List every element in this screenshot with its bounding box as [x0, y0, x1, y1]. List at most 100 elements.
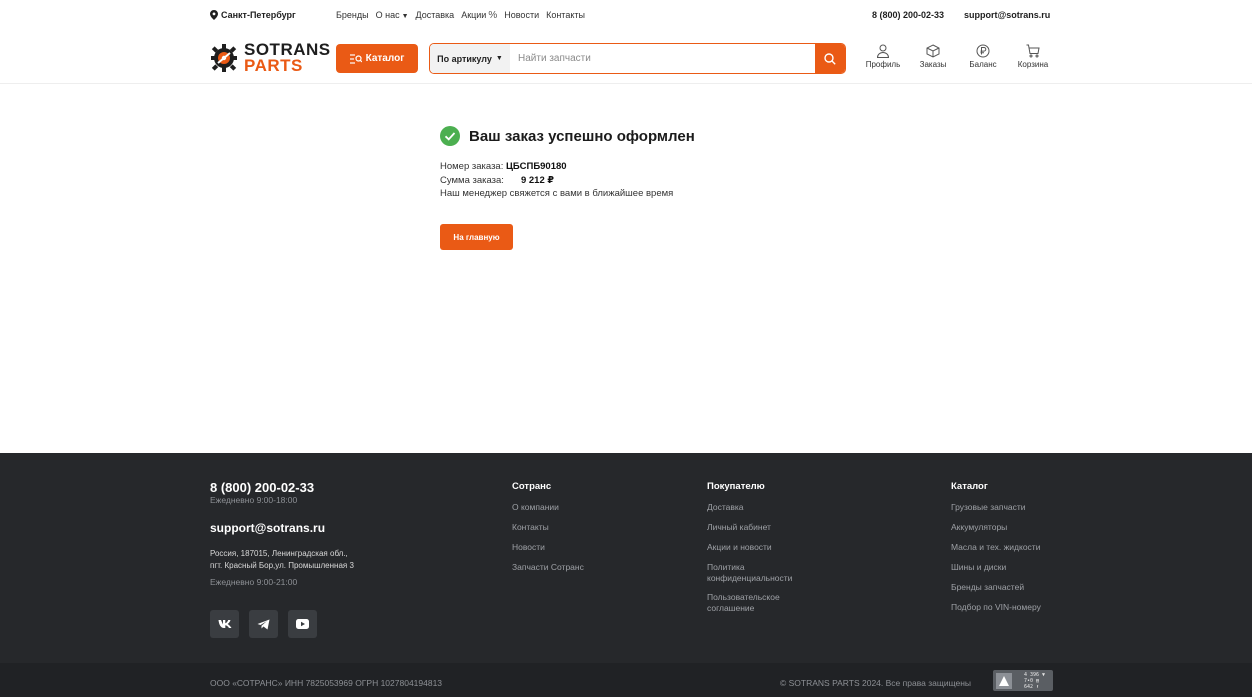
ruble-icon: [976, 44, 990, 58]
city-name: Санкт-Петербург: [221, 10, 296, 20]
footer-col-catalog: Каталог Грузовые запчасти Аккумуляторы М…: [951, 481, 1041, 622]
profile-button[interactable]: Профиль: [858, 44, 908, 69]
order-number: ЦБСПБ90180: [505, 161, 567, 172]
footer-link[interactable]: Подбор по VIN-номеру: [951, 602, 1041, 613]
counter-line: 642 ⬆: [1024, 683, 1040, 690]
footer-col-buyer-title: Покупателю: [707, 481, 765, 492]
search-button[interactable]: [815, 44, 845, 73]
address-line2: пгт. Красный Бор,ул. Промышленная 3: [210, 561, 354, 570]
order-info: Номер заказа: ЦБСПБ90180 Сумма заказа: 9 …: [440, 160, 673, 201]
city-selector[interactable]: Санкт-Петербург: [210, 10, 296, 20]
nav-news[interactable]: Новости: [504, 10, 539, 21]
telegram-link[interactable]: [249, 610, 278, 638]
top-phone[interactable]: 8 (800) 200-02-33: [872, 10, 944, 20]
copyright: © SOTRANS PARTS 2024. Все права защищены: [780, 678, 971, 688]
counter-line: 4 396 ▼: [1024, 671, 1046, 678]
footer-col-company-title: Сотранс: [512, 481, 552, 492]
nav-about-label: О нас: [375, 10, 400, 20]
footer-link[interactable]: Аккумуляторы: [951, 522, 1041, 533]
percent-icon: %: [488, 10, 498, 21]
telegram-icon: [257, 619, 270, 629]
top-nav: Бренды О нас ▼ Доставка Акции% Новости Ко…: [336, 10, 585, 21]
box-icon: [926, 44, 940, 58]
order-number-row: Номер заказа: ЦБСПБ90180: [440, 160, 673, 174]
footer-link[interactable]: Пользовательское соглашение: [707, 592, 807, 614]
chevron-down-icon: ▼: [495, 55, 503, 62]
search-bar: По артикулу ▼: [429, 43, 846, 74]
footer-link[interactable]: Запчасти Сотранс: [512, 562, 584, 573]
orders-label: Заказы: [919, 60, 947, 69]
search-mode-label: По артикулу: [437, 53, 492, 64]
order-number-label: Номер заказа:: [440, 161, 504, 172]
youtube-icon: [296, 619, 309, 629]
cart-icon: [1026, 44, 1040, 58]
counter-logo-icon: [996, 672, 1012, 689]
footer-link[interactable]: О компании: [512, 502, 584, 513]
check-circle-icon: [440, 126, 460, 146]
order-sum-row: Сумма заказа: 9 212 ₽: [440, 174, 673, 188]
search-mode-select[interactable]: По артикулу ▼: [430, 44, 510, 73]
address-line1: Россия, 187015, Ленинградская обл.,: [210, 549, 348, 558]
footer-link[interactable]: Грузовые запчасти: [951, 502, 1041, 513]
balance-button[interactable]: Баланс: [958, 44, 1008, 69]
search-icon: [824, 52, 836, 65]
success-heading: Ваш заказ успешно оформлен: [440, 126, 695, 146]
footer-col-company: Сотранс О компании Контакты Новости Запч…: [512, 481, 584, 582]
manager-message: Наш менеджер свяжется с вами в ближайшее…: [440, 188, 674, 199]
catalog-label: Каталог: [365, 53, 405, 64]
footer-link[interactable]: Акции и новости: [707, 542, 837, 553]
counter-values: 4 396 ▼ 7•0 ▤ 642 ⬆: [1024, 672, 1045, 690]
top-email[interactable]: support@sotrans.ru: [964, 10, 1050, 20]
footer-address-hours: Ежедневно 9:00-21:00: [210, 577, 298, 587]
youtube-link[interactable]: [288, 610, 317, 638]
search-input[interactable]: [510, 44, 815, 73]
footer-col-catalog-title: Каталог: [951, 481, 988, 492]
footer-bottom: ООО «СОТРАНС» ИНН 7825053969 ОГРН 102780…: [0, 663, 1252, 697]
user-icons: Профиль Заказы Баланс Корзина: [858, 44, 1058, 69]
footer-link[interactable]: Шины и диски: [951, 562, 1041, 573]
vk-icon: [218, 620, 231, 628]
nav-contacts[interactable]: Контакты: [546, 10, 585, 21]
logo-line1: SOTRANS: [244, 39, 331, 59]
location-pin-icon: [210, 10, 218, 20]
nav-brands[interactable]: Бренды: [336, 10, 369, 21]
order-sum-label: Сумма заказа:: [440, 174, 504, 186]
catalog-button[interactable]: Каталог: [336, 44, 418, 73]
nav-promotions-label: Акции: [461, 10, 487, 20]
logo-line2: PARTS: [244, 55, 303, 75]
legal-info: ООО «СОТРАНС» ИНН 7825053969 ОГРН 102780…: [210, 678, 443, 688]
orders-button[interactable]: Заказы: [908, 44, 958, 69]
footer-phone[interactable]: 8 (800) 200-02-33: [210, 480, 314, 495]
nav-promotions[interactable]: Акции%: [461, 10, 497, 21]
footer-col-buyer: Покупателю Доставка Личный кабинет Акции…: [707, 481, 837, 622]
footer-email[interactable]: support@sotrans.ru: [210, 521, 325, 535]
logo-gear-icon: [211, 44, 237, 72]
chevron-down-icon: ▼: [401, 13, 409, 20]
vk-link[interactable]: [210, 610, 239, 638]
catalog-menu-icon: [349, 53, 362, 64]
header: SOTRANS PARTS Каталог По артикулу ▼ Проф…: [0, 32, 1252, 84]
footer-link[interactable]: Новости: [512, 542, 584, 553]
logo[interactable]: SOTRANS PARTS: [208, 38, 332, 76]
nav-about[interactable]: О нас ▼: [376, 10, 409, 21]
footer-link[interactable]: Контакты: [512, 522, 584, 533]
user-icon: [876, 44, 890, 58]
order-sum: 9 212 ₽: [520, 174, 554, 186]
social-links: [210, 610, 317, 638]
home-button[interactable]: На главную: [440, 224, 513, 250]
top-bar: Санкт-Петербург Бренды О нас ▼ Доставка А…: [0, 0, 1252, 32]
footer-link[interactable]: Доставка: [707, 502, 837, 513]
footer-link[interactable]: Личный кабинет: [707, 522, 837, 533]
nav-delivery[interactable]: Доставка: [416, 10, 455, 21]
footer-link[interactable]: Масла и тех. жидкости: [951, 542, 1041, 553]
cart-label: Корзина: [1017, 60, 1049, 69]
logo-text: SOTRANS PARTS: [244, 41, 331, 74]
cart-button[interactable]: Корзина: [1008, 44, 1058, 69]
footer-link[interactable]: Политика конфиденциальности: [707, 562, 827, 584]
balance-label: Баланс: [969, 60, 997, 69]
footer-phone-hours: Ежедневно 9:00-18:00: [210, 495, 298, 505]
footer: 8 (800) 200-02-33 Ежедневно 9:00-18:00 s…: [0, 453, 1252, 663]
visit-counter[interactable]: 4 396 ▼ 7•0 ▤ 642 ⬆: [993, 670, 1053, 691]
profile-label: Профиль: [865, 60, 901, 69]
footer-link[interactable]: Бренды запчастей: [951, 582, 1041, 593]
